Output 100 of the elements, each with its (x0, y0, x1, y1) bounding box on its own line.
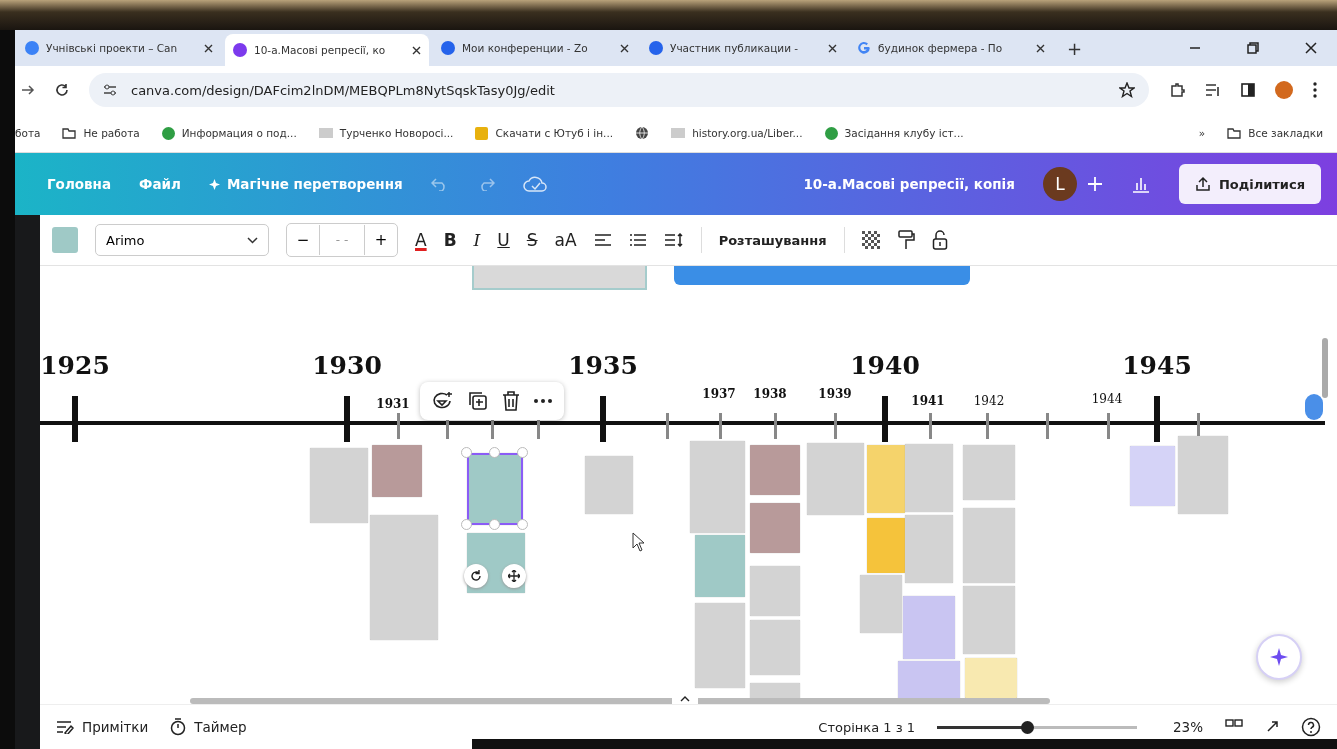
help-icon[interactable] (1301, 717, 1321, 737)
close-icon[interactable] (412, 45, 421, 55)
tab-icon (233, 43, 247, 57)
sidebar-icon[interactable] (1241, 83, 1255, 97)
color-swatch[interactable] (52, 227, 78, 253)
timeline-tick (833, 413, 837, 439)
bookmark[interactable]: Информация о под... (161, 126, 297, 140)
puzzle-icon[interactable] (1169, 82, 1185, 98)
list-icon[interactable] (1205, 83, 1221, 97)
folder-icon (1227, 127, 1242, 139)
paint-roller-icon[interactable] (896, 230, 915, 250)
bookmark[interactable]: бота (15, 127, 41, 139)
site-settings-icon[interactable] (103, 84, 117, 96)
close-icon[interactable] (1305, 42, 1317, 54)
timer-icon (170, 718, 187, 736)
resize-handle[interactable] (489, 447, 500, 458)
letter-case-button[interactable]: aA (554, 230, 577, 250)
resize-handle[interactable] (517, 519, 528, 530)
decrease-size-button[interactable]: − (287, 231, 319, 249)
caret-icon (680, 696, 690, 702)
position-button[interactable]: Розташування (718, 232, 827, 248)
year-label: 1937 (702, 387, 736, 401)
resize-handle[interactable] (489, 519, 500, 530)
browser-tab[interactable]: Учнівські проекти – Can (17, 34, 221, 62)
text-color-button[interactable]: A (415, 230, 427, 250)
browser-tab[interactable]: будинок фермера - По (849, 34, 1053, 62)
resize-handle[interactable] (461, 447, 472, 458)
strikethrough-button[interactable]: S (526, 230, 538, 250)
restore-icon[interactable] (1247, 42, 1259, 54)
align-icon[interactable] (593, 233, 612, 247)
transparency-icon[interactable] (861, 231, 880, 249)
bookmark[interactable]: Скачати с Ютуб і ін... (475, 126, 614, 140)
note-card (750, 503, 800, 553)
share-button[interactable]: Поділитися (1178, 164, 1321, 204)
zoom-level: 23% (1173, 719, 1203, 735)
timeline-tick (928, 413, 932, 439)
chevron-icon (247, 236, 258, 244)
more-bookmarks-button[interactable]: » (1198, 127, 1206, 139)
reload-icon[interactable] (55, 83, 69, 97)
all-bookmarks-button[interactable]: Все закладки (1227, 127, 1323, 139)
underline-button[interactable]: U (497, 230, 510, 250)
timeline-tick (1045, 413, 1049, 439)
timeline-tick (882, 396, 888, 442)
timeline-tick (396, 413, 400, 439)
scrollbar[interactable] (190, 698, 1050, 704)
globe-icon[interactable] (635, 126, 650, 140)
note-card (807, 443, 864, 515)
design-title[interactable]: 10-а.Масові репресії, копія (803, 176, 1015, 192)
notes-button[interactable]: Примітки (56, 719, 149, 735)
lock-icon[interactable] (931, 230, 948, 250)
timer-button[interactable]: Таймер (170, 718, 247, 736)
bold-button[interactable]: B (443, 230, 457, 250)
close-icon[interactable] (1036, 43, 1045, 53)
page-indicator[interactable]: Сторінка 1 з 1 (818, 719, 915, 735)
close-icon[interactable] (828, 43, 837, 53)
profile-avatar[interactable] (1275, 81, 1293, 99)
address-field[interactable]: canva.com/design/DAFcim2lnDM/MEBQPLm8NytSqskTasy0Jg/edit (89, 73, 1149, 107)
zoom-slider-thumb[interactable] (1021, 720, 1034, 734)
folder-icon (62, 127, 77, 139)
browser-tab[interactable]: Мои конференции - Zo (433, 34, 637, 62)
comment-icon[interactable] (432, 391, 454, 411)
note-card (750, 445, 800, 495)
close-icon[interactable] (620, 43, 629, 53)
user-avatar[interactable]: L (1042, 167, 1077, 201)
microphone-icon[interactable] (1305, 394, 1323, 420)
bookmark[interactable]: Засідання клубу іст... (824, 126, 964, 140)
trash-icon[interactable] (502, 391, 520, 411)
line-spacing-icon[interactable] (663, 233, 684, 247)
close-icon[interactable] (204, 43, 213, 53)
resize-handle[interactable] (461, 519, 472, 530)
browser-tab[interactable]: Участник публикации - (641, 34, 845, 62)
new-tab-button[interactable]: + (1057, 37, 1093, 59)
zoom-slider[interactable] (937, 720, 1137, 734)
increase-size-button[interactable]: + (365, 231, 397, 249)
italic-button[interactable]: I (473, 230, 481, 250)
rotate-button[interactable] (464, 564, 488, 588)
note-card (963, 586, 1015, 654)
bookmark[interactable]: Турченко Новоросі... (318, 127, 454, 139)
add-person-icon[interactable] (1086, 176, 1103, 192)
resize-handle[interactable] (517, 447, 528, 458)
year-label: 1944 (1091, 392, 1123, 406)
more-icon[interactable] (534, 399, 552, 403)
font-dropdown[interactable]: Arimo (95, 224, 269, 256)
scrollbar[interactable] (1322, 338, 1328, 398)
duplicate-icon[interactable] (468, 391, 488, 411)
note-card (1130, 446, 1175, 506)
note-card (372, 445, 422, 497)
cloud-check-icon[interactable] (522, 175, 547, 193)
bullet-list-icon[interactable] (628, 233, 647, 247)
browser-tab[interactable]: 10-а.Масові репресії, ко (225, 34, 429, 66)
caret-button[interactable] (672, 694, 698, 704)
bar-chart-icon[interactable] (1130, 175, 1151, 193)
menu-icon[interactable] (1313, 82, 1317, 98)
magic-sparkle-button[interactable] (1256, 634, 1302, 680)
forward-icon[interactable] (21, 84, 35, 96)
bookmark[interactable]: Не работа (62, 127, 140, 139)
bookmark[interactable]: history.org.ua/Liber... (671, 127, 803, 139)
year-label: 1925 (40, 350, 110, 380)
star-icon[interactable] (1119, 82, 1135, 98)
fullscreen-icon[interactable] (1265, 720, 1279, 734)
